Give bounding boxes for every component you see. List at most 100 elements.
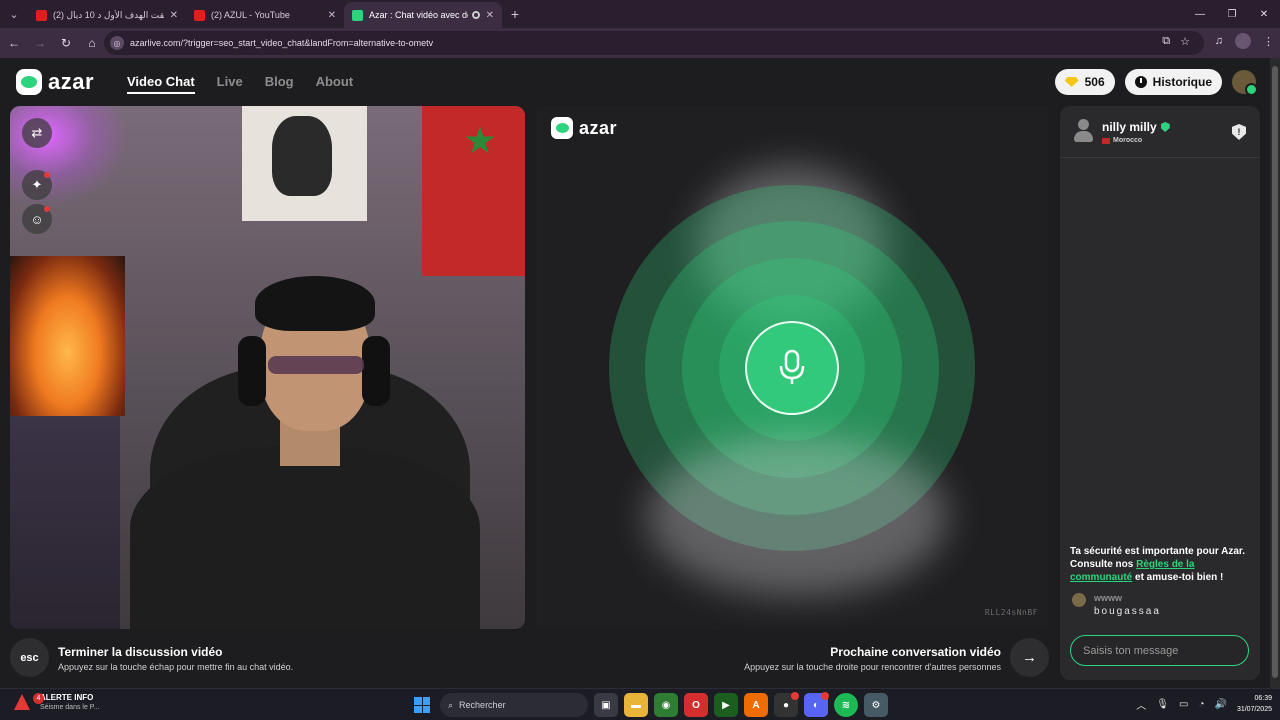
tray-display-icon[interactable]: ▭ <box>1179 699 1188 710</box>
windows-taskbar: 4 ALERTE INFO Séisme dans le P... ⌕ Rech… <box>0 688 1280 720</box>
window-controls: — ❐ ✕ <box>1184 0 1280 28</box>
news-alert-widget[interactable]: 4 ALERTE INFO Séisme dans le P... <box>14 693 99 711</box>
webcam-feed <box>10 106 525 629</box>
tray-network-icon[interactable]: ◔ <box>1198 699 1204 710</box>
self-video: ⇄ ✦ ☺ <box>10 106 525 629</box>
site-info-icon[interactable]: ◎ <box>110 36 124 50</box>
nav-blog[interactable]: Blog <box>265 74 294 94</box>
swap-camera-icon[interactable]: ⇄ <box>22 118 52 148</box>
history-button[interactable]: Historique <box>1124 69 1222 95</box>
url-bar[interactable]: ◎ azarlive.com/?trigger=seo_start_video_… <box>104 31 1204 55</box>
obs-icon[interactable]: ● <box>774 692 799 717</box>
nav-video-chat[interactable]: Video Chat <box>127 74 195 94</box>
profile-avatar[interactable] <box>1235 33 1251 49</box>
nav-live[interactable]: Live <box>217 74 243 94</box>
tab-search-icon[interactable]: ⌄ <box>0 0 28 28</box>
next-chat-arrow-icon[interactable]: → <box>1010 638 1049 677</box>
chat-message-input[interactable] <box>1070 635 1249 666</box>
youtube-icon <box>36 9 47 21</box>
close-tab-icon[interactable]: ✕ <box>486 10 494 21</box>
file-explorer-icon[interactable]: ▬ <box>624 693 648 717</box>
nav-about[interactable]: About <box>316 74 354 94</box>
clock-date: 31/07/2025 <box>1236 706 1272 713</box>
search-icon: ⌕ <box>448 699 454 710</box>
peer-country-row: Morocco <box>1102 137 1142 144</box>
settings-gear-icon[interactable]: ⚙ <box>864 693 888 717</box>
peer-country: Morocco <box>1113 137 1143 144</box>
chrome-icon[interactable]: ◉ <box>654 693 678 717</box>
tray-volume-icon[interactable]: 🔊 <box>1215 699 1227 710</box>
next-chat-title: Prochaine conversation vidéo <box>830 645 1001 659</box>
discord-icon[interactable]: ◐ <box>804 692 829 717</box>
chat-panel: nilly milly Morocco ! Ta sécurité est im… <box>1060 106 1260 680</box>
alert-icon <box>14 694 30 710</box>
session-code: RLL24sNnBF <box>984 608 1038 617</box>
page-scrollbar[interactable] <box>1270 58 1280 688</box>
microphone-icon <box>745 321 839 415</box>
end-chat-button[interactable]: esc <box>10 638 49 677</box>
azar-logo-icon <box>551 117 573 139</box>
close-tab-icon[interactable]: ✕ <box>328 10 336 21</box>
back-icon[interactable]: ← <box>2 31 26 55</box>
clock-icon <box>1134 76 1147 88</box>
tab-title: Azar : Chat vidéo avec de n <box>369 10 468 20</box>
close-tab-icon[interactable]: ✕ <box>170 10 178 21</box>
tab-title: (2) AZUL - YouTube <box>211 10 290 20</box>
youtube-icon <box>194 9 205 21</box>
address-toolbar: ← → ↻ ⌂ ◎ azarlive.com/?trigger=seo_star… <box>0 28 1280 58</box>
glow-blob <box>647 436 947 596</box>
taskbar-search[interactable]: ⌕ Rechercher <box>440 693 588 717</box>
install-app-icon[interactable]: ⧉ <box>1162 35 1170 48</box>
reload-icon[interactable]: ↻ <box>54 31 78 55</box>
taskbar-clock[interactable]: 06:39 31/07/2025 <box>1237 693 1272 715</box>
azar-icon <box>352 9 363 21</box>
recording-icon <box>471 11 480 19</box>
browser-tab-strip: ⌄ (2) حققت الهدف الأول د 10 ديال ✕ (2) A… <box>0 0 1280 28</box>
tray-chevron-icon[interactable]: ︿ <box>1136 697 1146 712</box>
url-text: azarlive.com/?trigger=seo_start_video_ch… <box>130 38 434 48</box>
peer-avatar-icon <box>1072 119 1094 143</box>
sticker-face-icon[interactable]: ☺ <box>22 204 52 234</box>
peer-azar-logo: azar <box>551 117 617 139</box>
search-label: Rechercher <box>459 700 506 710</box>
close-window-icon[interactable]: ✕ <box>1248 0 1280 28</box>
browser-menu-icon[interactable]: ⋮ <box>1263 35 1274 48</box>
tab-title: (2) حققت الهدف الأول د 10 ديال <box>53 9 164 20</box>
azar-page: azar Video Chat Live Blog About 506 Hist… <box>0 58 1270 688</box>
gems-button[interactable]: 506 <box>1054 69 1115 95</box>
report-shield-icon[interactable]: ! <box>1232 124 1246 140</box>
browser-tab-3[interactable]: Azar : Chat vidéo avec de n ✕ <box>344 2 502 28</box>
alert-subtitle: Séisme dans le P... <box>40 704 100 711</box>
task-view-icon[interactable]: ▣ <box>594 693 618 717</box>
azar-logo[interactable]: azar <box>16 69 94 95</box>
home-icon[interactable]: ⌂ <box>80 31 104 55</box>
user-avatar[interactable] <box>1232 70 1258 96</box>
forward-icon[interactable]: → <box>28 31 52 55</box>
browser-tab-1[interactable]: (2) حققت الهدف الأول د 10 ديال ✕ <box>28 2 186 28</box>
windows-start-icon[interactable] <box>410 693 434 717</box>
opera-icon[interactable]: O <box>684 693 708 717</box>
morocco-flag-icon <box>1102 137 1110 144</box>
history-label: Historique <box>1152 75 1212 89</box>
azar-logo-icon <box>16 69 42 95</box>
minimize-icon[interactable]: — <box>1184 0 1216 28</box>
new-tab-button[interactable]: + <box>502 1 528 27</box>
tray-mic-icon[interactable]: 🎙 <box>1156 699 1169 710</box>
streaming-app-icon[interactable]: A <box>744 693 768 717</box>
terminal-app-icon[interactable]: ▶ <box>714 693 738 717</box>
peer-video: azar RLL24sNnBF <box>537 106 1048 629</box>
restore-icon[interactable]: ❐ <box>1216 0 1248 28</box>
message-user: wwww <box>1094 593 1123 603</box>
effects-sparkle-icon[interactable]: ✦ <box>22 170 52 200</box>
spotify-icon[interactable]: ≋ <box>834 693 858 717</box>
alert-badge: 4 <box>33 693 44 704</box>
end-chat-title: Terminer la discussion vidéo <box>58 645 223 659</box>
call-controls: esc Terminer la discussion vidéo Appuyez… <box>0 631 1060 688</box>
peer-name: nilly milly <box>1102 120 1157 134</box>
media-control-icon[interactable]: ♫ <box>1215 35 1223 47</box>
peer-name-row: nilly milly <box>1102 120 1170 134</box>
logo-text: azar <box>48 69 95 94</box>
message-avatar <box>1072 593 1086 607</box>
browser-tab-2[interactable]: (2) AZUL - YouTube ✕ <box>186 2 344 28</box>
bookmark-star-icon[interactable]: ☆ <box>1180 35 1190 48</box>
